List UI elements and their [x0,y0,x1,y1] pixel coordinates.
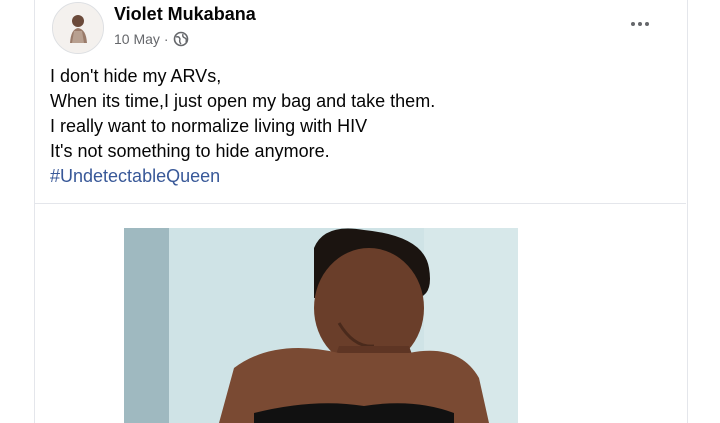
post-photo[interactable] [124,228,518,423]
post-line: It's not something to hide anymore. [50,141,330,161]
hashtag-link[interactable]: #UndetectableQueen [50,164,650,189]
globe-icon[interactable] [173,31,189,47]
meta-separator: · [163,31,169,47]
more-options-icon[interactable] [628,15,652,33]
avatar[interactable] [52,2,104,54]
post-line: I don't hide my ARVs, [50,66,222,86]
post-line: I really want to normalize living with H… [50,116,368,136]
post-date[interactable]: 10 May [114,31,160,47]
author-name[interactable]: Violet Mukabana [114,4,256,25]
post-meta: 10 May · [114,31,189,47]
post-line: When its time,I just open my bag and tak… [50,91,436,111]
divider [34,203,686,204]
post-text: I don't hide my ARVs, When its time,I ju… [50,64,650,189]
